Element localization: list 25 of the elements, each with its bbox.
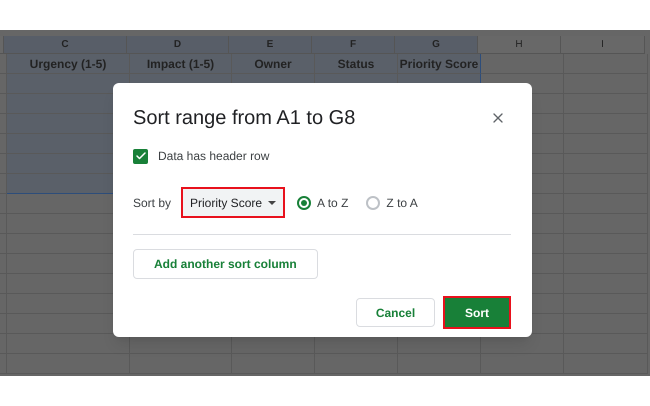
column-header[interactable]: D — [127, 36, 229, 54]
caret-icon — [268, 200, 276, 204]
table-cell: Impact (1-5) — [130, 54, 232, 74]
column-header[interactable]: H — [478, 36, 561, 54]
order-radio[interactable] — [297, 196, 312, 210]
table-cell: Priority Score — [398, 54, 481, 74]
column-header[interactable]: C — [4, 36, 127, 54]
column-header[interactable]: E — [229, 36, 312, 54]
column-header[interactable]: I — [561, 36, 645, 54]
sort-by-label: Sort by — [133, 194, 172, 212]
column-header[interactable]: F — [312, 36, 395, 54]
column-dropdown[interactable]: Priority Score — [181, 187, 286, 218]
header-row-checkbox[interactable] — [133, 148, 148, 164]
order-radio[interactable] — [366, 196, 380, 210]
add-sort-column-button[interactable]: Add another sort column — [133, 249, 318, 279]
column-header[interactable]: G — [395, 36, 478, 54]
radio-label: A to Z — [317, 194, 348, 212]
checkbox-label: Data has header row — [158, 148, 270, 165]
sort-button[interactable]: Sort — [443, 296, 511, 329]
table-cell: Owner — [232, 54, 315, 74]
table-cell: Urgency (1-5) — [7, 54, 130, 74]
table-cell: Status — [315, 54, 398, 74]
radio-label: Z to A — [386, 194, 418, 212]
dialog-title: Sort range from A1 to G8 — [133, 106, 356, 131]
cancel-button[interactable]: Cancel — [356, 298, 435, 327]
